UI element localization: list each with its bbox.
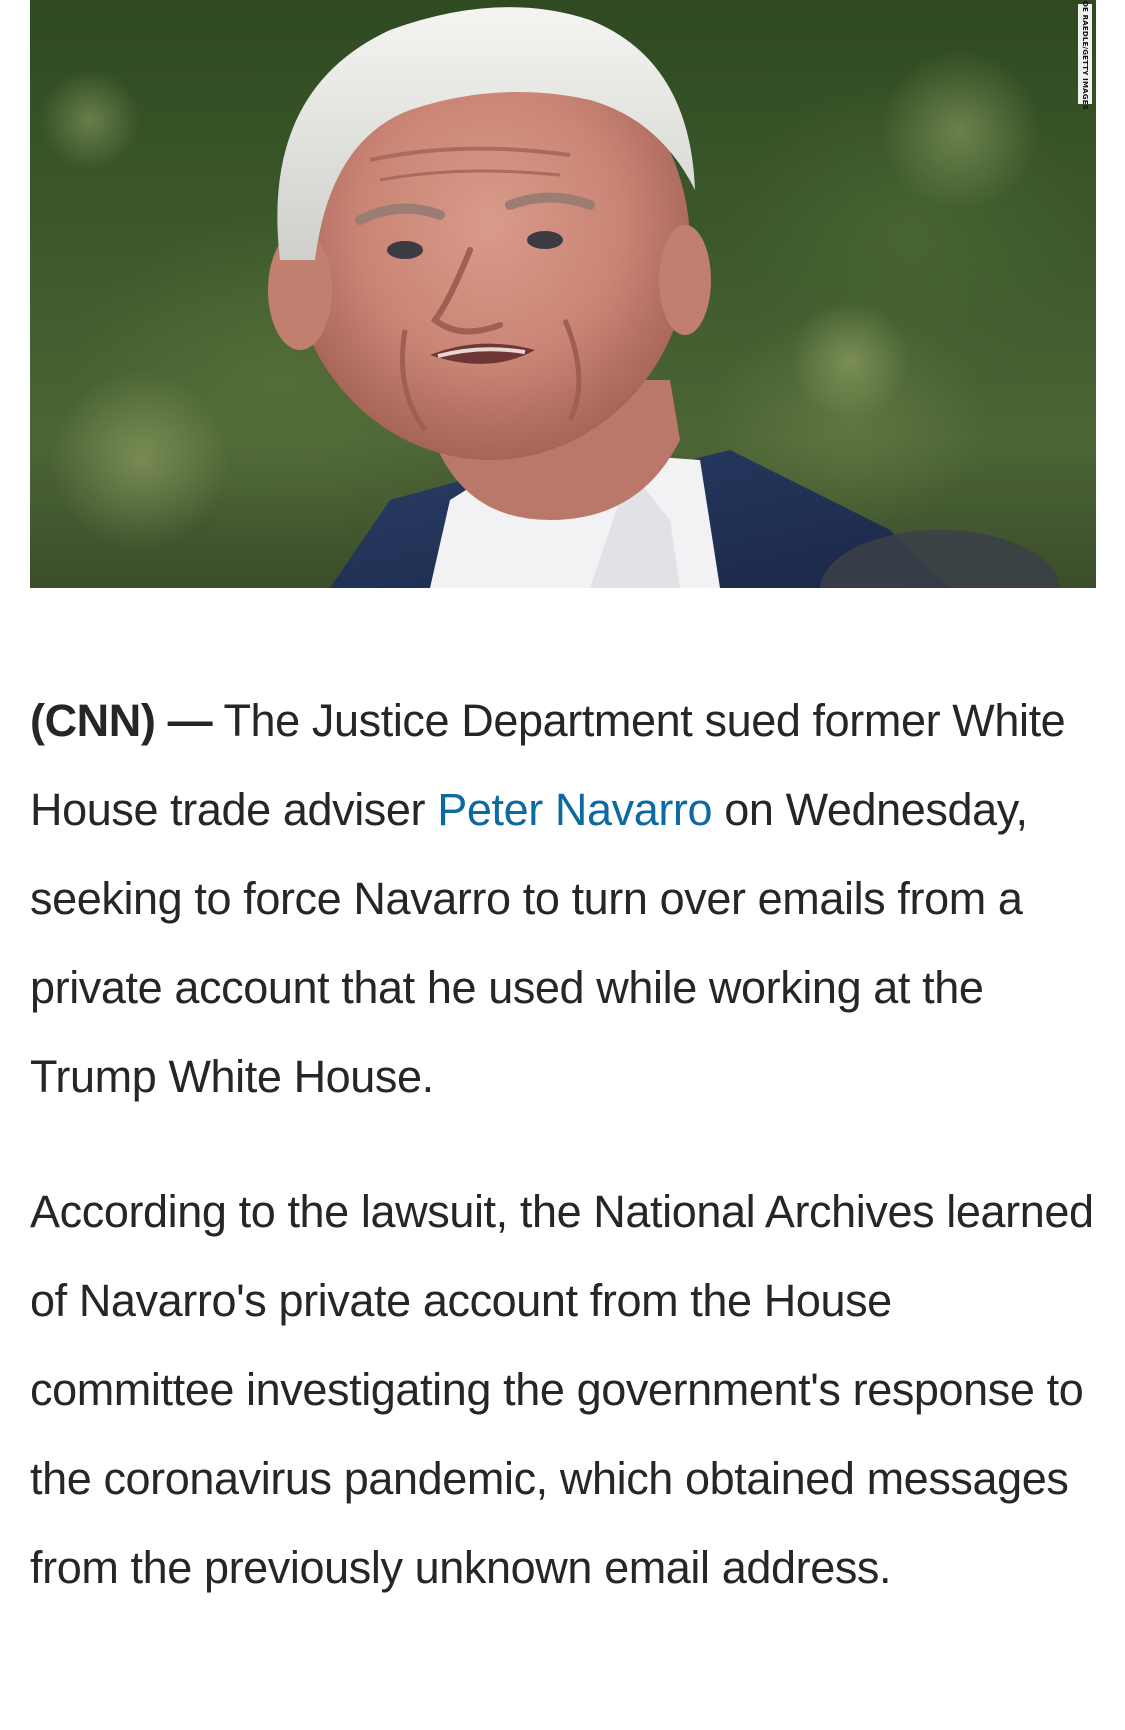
article-text: (CNN) — The Justice Department sued form… bbox=[30, 676, 1100, 1612]
photo-credit: JOE RAEDLE/GETTY IMAGES bbox=[1078, 0, 1092, 110]
photo-illustration bbox=[40, 7, 1060, 588]
article-photo[interactable]: JOE RAEDLE/GETTY IMAGES bbox=[30, 0, 1096, 588]
paragraph-2-text: According to the lawsuit, the National A… bbox=[30, 1186, 1094, 1593]
photo-credit-text: JOE RAEDLE/GETTY IMAGES bbox=[1081, 0, 1089, 110]
peter-navarro-link[interactable]: Peter Navarro bbox=[437, 784, 712, 835]
paragraph-1: (CNN) — The Justice Department sued form… bbox=[30, 676, 1100, 1121]
dateline: (CNN) — bbox=[30, 695, 213, 746]
article-body: JOE RAEDLE/GETTY IMAGES (CNN) — The Just… bbox=[0, 0, 1125, 1730]
paragraph-2: According to the lawsuit, the National A… bbox=[30, 1167, 1100, 1612]
